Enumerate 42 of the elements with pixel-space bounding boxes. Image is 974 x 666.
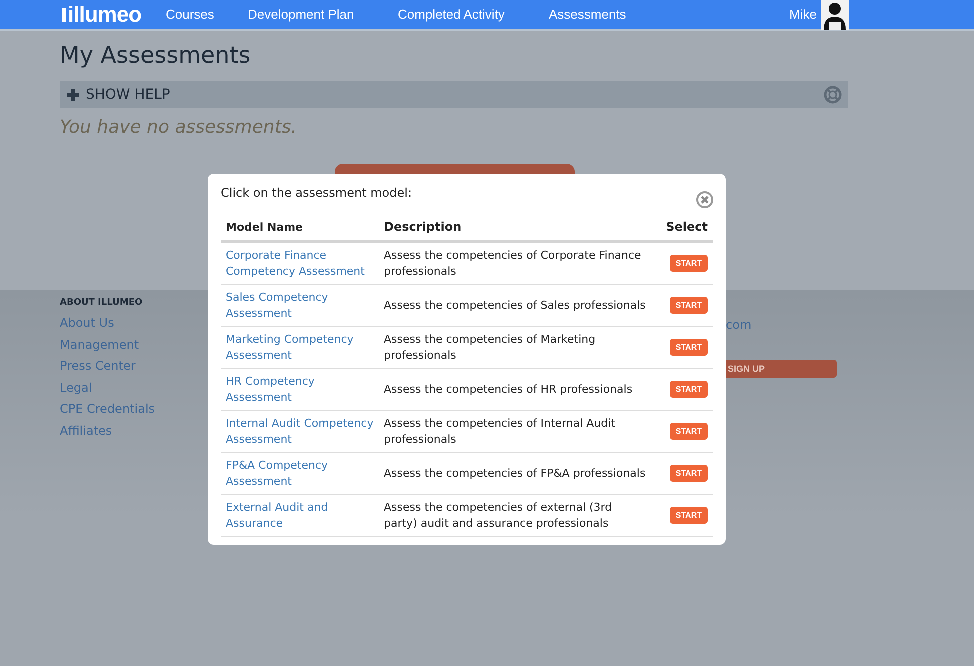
model-link[interactable]: External Audit and Assurance	[226, 500, 374, 532]
model-link[interactable]: Marketing Competency Assessment	[226, 332, 374, 364]
sign-up-button[interactable]: SIGN UP	[726, 360, 837, 378]
modal-prompt: Click on the assessment model:	[221, 186, 412, 200]
start-button[interactable]: START	[670, 465, 708, 482]
user-name[interactable]: Mike	[790, 7, 817, 22]
logo[interactable]: illumeo	[62, 2, 152, 28]
help-label: SHOW HELP	[86, 86, 170, 102]
plus-icon	[67, 88, 79, 100]
description-text: Assess the competencies of Internal Audit professionals	[384, 416, 616, 446]
close-icon[interactable]	[696, 191, 714, 209]
footer-heading: ABOUT ILLUMEO	[60, 298, 144, 308]
model-link[interactable]: FP&A Competency Assessment	[226, 458, 374, 490]
avatar-icon[interactable]	[821, 0, 849, 30]
nav-link[interactable]: Completed Activity	[398, 2, 535, 28]
nav-link[interactable]: Courses	[166, 2, 234, 28]
model-link[interactable]: Corporate Finance Competency Assessment	[226, 248, 374, 280]
description-text: Assess the competencies of Corporate Finance professionals	[384, 248, 642, 278]
start-button[interactable]: START	[670, 381, 708, 398]
start-button[interactable]: START	[670, 297, 708, 314]
model-link[interactable]: Internal Audit Competency Assessment	[226, 416, 374, 448]
contact-link[interactable]: com	[726, 318, 752, 332]
nav-link[interactable]: Assessments	[549, 2, 667, 28]
description-text: Assess the competencies of HR professionals	[384, 382, 633, 396]
model-link[interactable]: HR Competency Assessment	[226, 374, 374, 406]
column-header: Model Name	[221, 216, 379, 242]
model-link[interactable]: Sales Competency Assessment	[226, 290, 374, 322]
description-text: Assess the competencies of external (3rd party) audit and assurance professionals	[384, 500, 612, 530]
help-bar[interactable]: SHOW HELP	[60, 81, 848, 108]
page-title: My Assessments	[60, 42, 252, 71]
start-button[interactable]: START	[670, 423, 708, 440]
lifebuoy-icon[interactable]	[824, 86, 842, 104]
nav-link[interactable]: Development Plan	[248, 2, 384, 28]
start-button[interactable]: START	[670, 507, 708, 524]
start-button[interactable]: START	[670, 339, 708, 356]
start-button[interactable]: START	[670, 255, 708, 272]
description-text: Assess the competencies of FP&A professionals	[384, 466, 646, 480]
empty-message: You have no assessments.	[60, 117, 298, 138]
description-text: Assess the competencies of Marketing professionals	[384, 332, 596, 362]
column-header: Description	[379, 216, 653, 242]
column-header: Select	[653, 216, 713, 242]
description-text: Assess the competencies of Sales professionals	[384, 298, 646, 312]
